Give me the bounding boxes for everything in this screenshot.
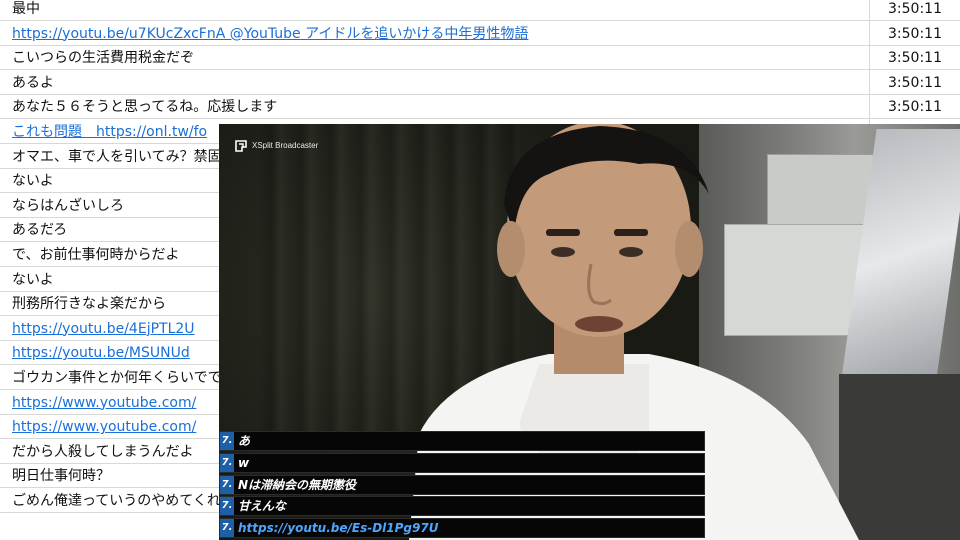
chat-timestamp: 3:50:11 bbox=[869, 95, 960, 120]
live-comment-row: 7. あ bbox=[219, 431, 705, 451]
live-comment-row: 7. w bbox=[219, 452, 705, 473]
chat-timestamp: 3:50:11 bbox=[869, 46, 960, 71]
live-comment-text: 甘えんな bbox=[238, 499, 287, 514]
live-comment-text: あ bbox=[238, 434, 251, 448]
time-column-divider bbox=[869, 0, 870, 124]
xsplit-logo-icon bbox=[235, 140, 247, 152]
chat-row[interactable]: あなた５６そうと思ってるね。応援します 3:50:11 bbox=[0, 95, 960, 120]
chat-row[interactable]: あるよ 3:50:11 bbox=[0, 70, 960, 95]
live-comment-overlay: 7. あ 7. w 7. Nは滞納会の無期懲役 7. 甘えんな 7. https://youtu.… bbox=[219, 431, 705, 540]
chat-message-text: 最中 bbox=[12, 1, 40, 17]
comment-marker-icon: 7. bbox=[220, 453, 234, 472]
live-comment-row: 7. 甘えんな bbox=[219, 496, 705, 517]
live-comment-row: 7. https://youtu.be/Es-Dl1Pg97U bbox=[219, 518, 705, 539]
comment-marker-icon: 7. bbox=[220, 432, 234, 450]
comment-marker-icon: 7. bbox=[220, 519, 234, 538]
chat-message-text: あなた５６そうと思ってるね。応援します bbox=[12, 99, 278, 116]
chat-row[interactable]: こいつらの生活費用税金だぞ 3:50:11 bbox=[0, 46, 960, 71]
chat-message-text: こいつらの生活費用税金だぞ bbox=[12, 50, 194, 67]
live-comment-row: 7. Nは滞納会の無期懲役 bbox=[219, 474, 705, 495]
chat-timestamp: 3:50:11 bbox=[869, 70, 960, 95]
live-comment-text: Nは滞納会の無期懲役 bbox=[238, 477, 357, 492]
comment-marker-icon: 7. bbox=[220, 475, 234, 494]
chat-timestamp: 3:50:11 bbox=[869, 21, 960, 46]
chat-message-text: あるよ bbox=[12, 74, 54, 91]
xsplit-label: XSplit Broadcaster bbox=[252, 141, 319, 150]
xsplit-watermark: XSplit Broadcaster bbox=[235, 140, 318, 152]
live-comment-link[interactable]: https://youtu.be/Es-Dl1Pg97U bbox=[238, 519, 438, 537]
chat-timestamp: 3:50:11 bbox=[869, 0, 960, 21]
chat-row[interactable]: 最中 3:50:11 bbox=[0, 0, 960, 21]
chat-row[interactable]: https://youtu.be/u7KUcZxcFnA @YouTube アイ… bbox=[0, 21, 960, 46]
comment-marker-icon: 7. bbox=[220, 497, 234, 516]
chat-message-link[interactable]: https://youtu.be/u7KUcZxcFnA @YouTube アイ… bbox=[12, 25, 862, 43]
live-comment-text: w bbox=[238, 455, 250, 470]
